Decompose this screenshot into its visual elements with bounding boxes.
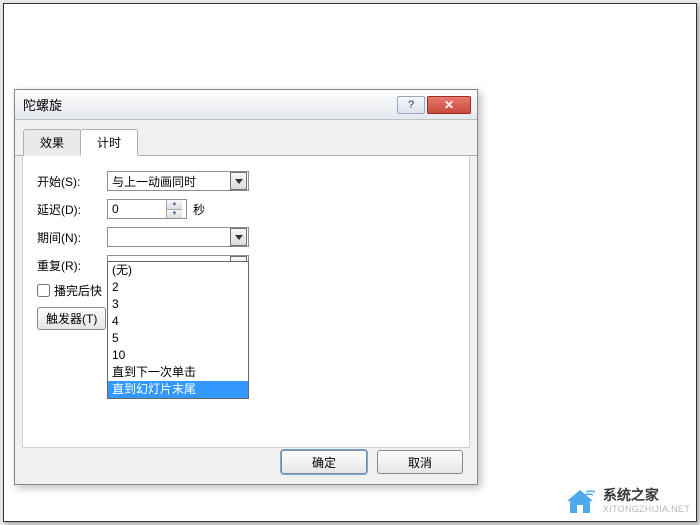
tab-timing[interactable]: 计时 bbox=[80, 129, 138, 156]
dialog-button-row: 确定 取消 bbox=[281, 450, 463, 474]
house-icon bbox=[563, 487, 597, 517]
animation-dialog: 陀螺旋 ? ✕ 效果 计时 开始(S): 与上一动画同时 bbox=[14, 89, 478, 485]
ok-button[interactable]: 确定 bbox=[281, 450, 367, 474]
close-icon: ✕ bbox=[444, 98, 454, 112]
repeat-option-5[interactable]: 5 bbox=[108, 330, 248, 347]
rewind-checkbox[interactable] bbox=[37, 284, 50, 297]
titlebar-buttons: ? ✕ bbox=[397, 96, 471, 114]
repeat-label: 重复(R): bbox=[37, 257, 107, 274]
repeat-option-10[interactable]: 10 bbox=[108, 347, 248, 364]
row-start: 开始(S): 与上一动画同时 bbox=[37, 170, 455, 192]
repeat-option-none[interactable]: (无) bbox=[108, 262, 248, 279]
duration-combo[interactable] bbox=[107, 227, 249, 247]
trigger-label: 触发器(T) bbox=[46, 310, 97, 327]
delay-spinner[interactable]: ▲ ▼ bbox=[107, 199, 187, 219]
watermark: 系统之家 XITONGZHIJIA.NET bbox=[563, 487, 690, 517]
start-combo-button[interactable] bbox=[230, 172, 247, 190]
tab-strip: 效果 计时 bbox=[15, 120, 477, 156]
watermark-sub: XITONGZHIJIA.NET bbox=[603, 502, 690, 516]
titlebar: 陀螺旋 ? ✕ bbox=[15, 90, 477, 120]
delay-input[interactable] bbox=[108, 201, 166, 217]
duration-combo-button[interactable] bbox=[230, 228, 247, 246]
repeat-option-until-end[interactable]: 直到幻灯片末尾 bbox=[108, 381, 248, 398]
repeat-option-4[interactable]: 4 bbox=[108, 313, 248, 330]
duration-label: 期间(N): bbox=[37, 229, 107, 246]
tab-body-timing: 开始(S): 与上一动画同时 延迟(D): ▲ ▼ 秒 期间(N bbox=[22, 156, 470, 448]
screenshot-frame: 陀螺旋 ? ✕ 效果 计时 开始(S): 与上一动画同时 bbox=[3, 3, 697, 522]
repeat-dropdown-list: (无) 2 3 4 5 10 直到下一次单击 直到幻灯片末尾 bbox=[107, 261, 249, 399]
delay-spinner-buttons: ▲ ▼ bbox=[166, 200, 182, 218]
trigger-button[interactable]: 触发器(T) bbox=[37, 307, 106, 330]
repeat-option-3[interactable]: 3 bbox=[108, 296, 248, 313]
rewind-label: 播完后快 bbox=[54, 282, 102, 299]
row-duration: 期间(N): bbox=[37, 226, 455, 248]
row-delay: 延迟(D): ▲ ▼ 秒 bbox=[37, 198, 455, 220]
cancel-button[interactable]: 取消 bbox=[377, 450, 463, 474]
start-combo[interactable]: 与上一动画同时 bbox=[107, 171, 249, 191]
close-button[interactable]: ✕ bbox=[427, 96, 471, 114]
start-label: 开始(S): bbox=[37, 173, 107, 190]
repeat-option-until-click[interactable]: 直到下一次单击 bbox=[108, 364, 248, 381]
watermark-main: 系统之家 bbox=[603, 488, 690, 502]
watermark-text: 系统之家 XITONGZHIJIA.NET bbox=[603, 488, 690, 516]
dialog-title: 陀螺旋 bbox=[23, 95, 397, 114]
repeat-option-2[interactable]: 2 bbox=[108, 279, 248, 296]
delay-spin-down[interactable]: ▼ bbox=[167, 210, 182, 219]
chevron-down-icon bbox=[235, 179, 243, 184]
help-icon: ? bbox=[408, 99, 414, 111]
help-button[interactable]: ? bbox=[397, 96, 425, 114]
start-combo-value: 与上一动画同时 bbox=[108, 173, 230, 190]
delay-label: 延迟(D): bbox=[37, 201, 107, 218]
delay-spin-up[interactable]: ▲ bbox=[167, 200, 182, 210]
chevron-down-icon bbox=[235, 235, 243, 240]
tab-effect[interactable]: 效果 bbox=[23, 129, 81, 156]
delay-unit: 秒 bbox=[193, 201, 205, 218]
